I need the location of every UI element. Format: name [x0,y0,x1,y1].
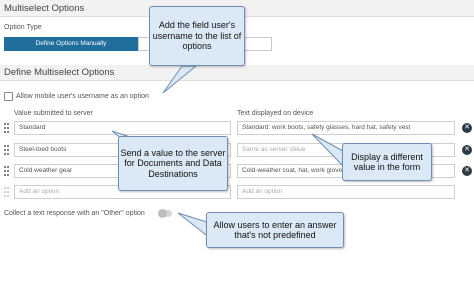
display-callout-pointer [311,133,344,168]
username-callout: Add the field user's username to the lis… [149,6,245,66]
other-callout: Allow users to enter an answer that's no… [206,212,344,248]
username-callout-pointer [162,65,198,94]
display-callout: Display a different value in the form [342,143,432,181]
send-value-callout: Send a value to the server for Documents… [118,136,228,191]
